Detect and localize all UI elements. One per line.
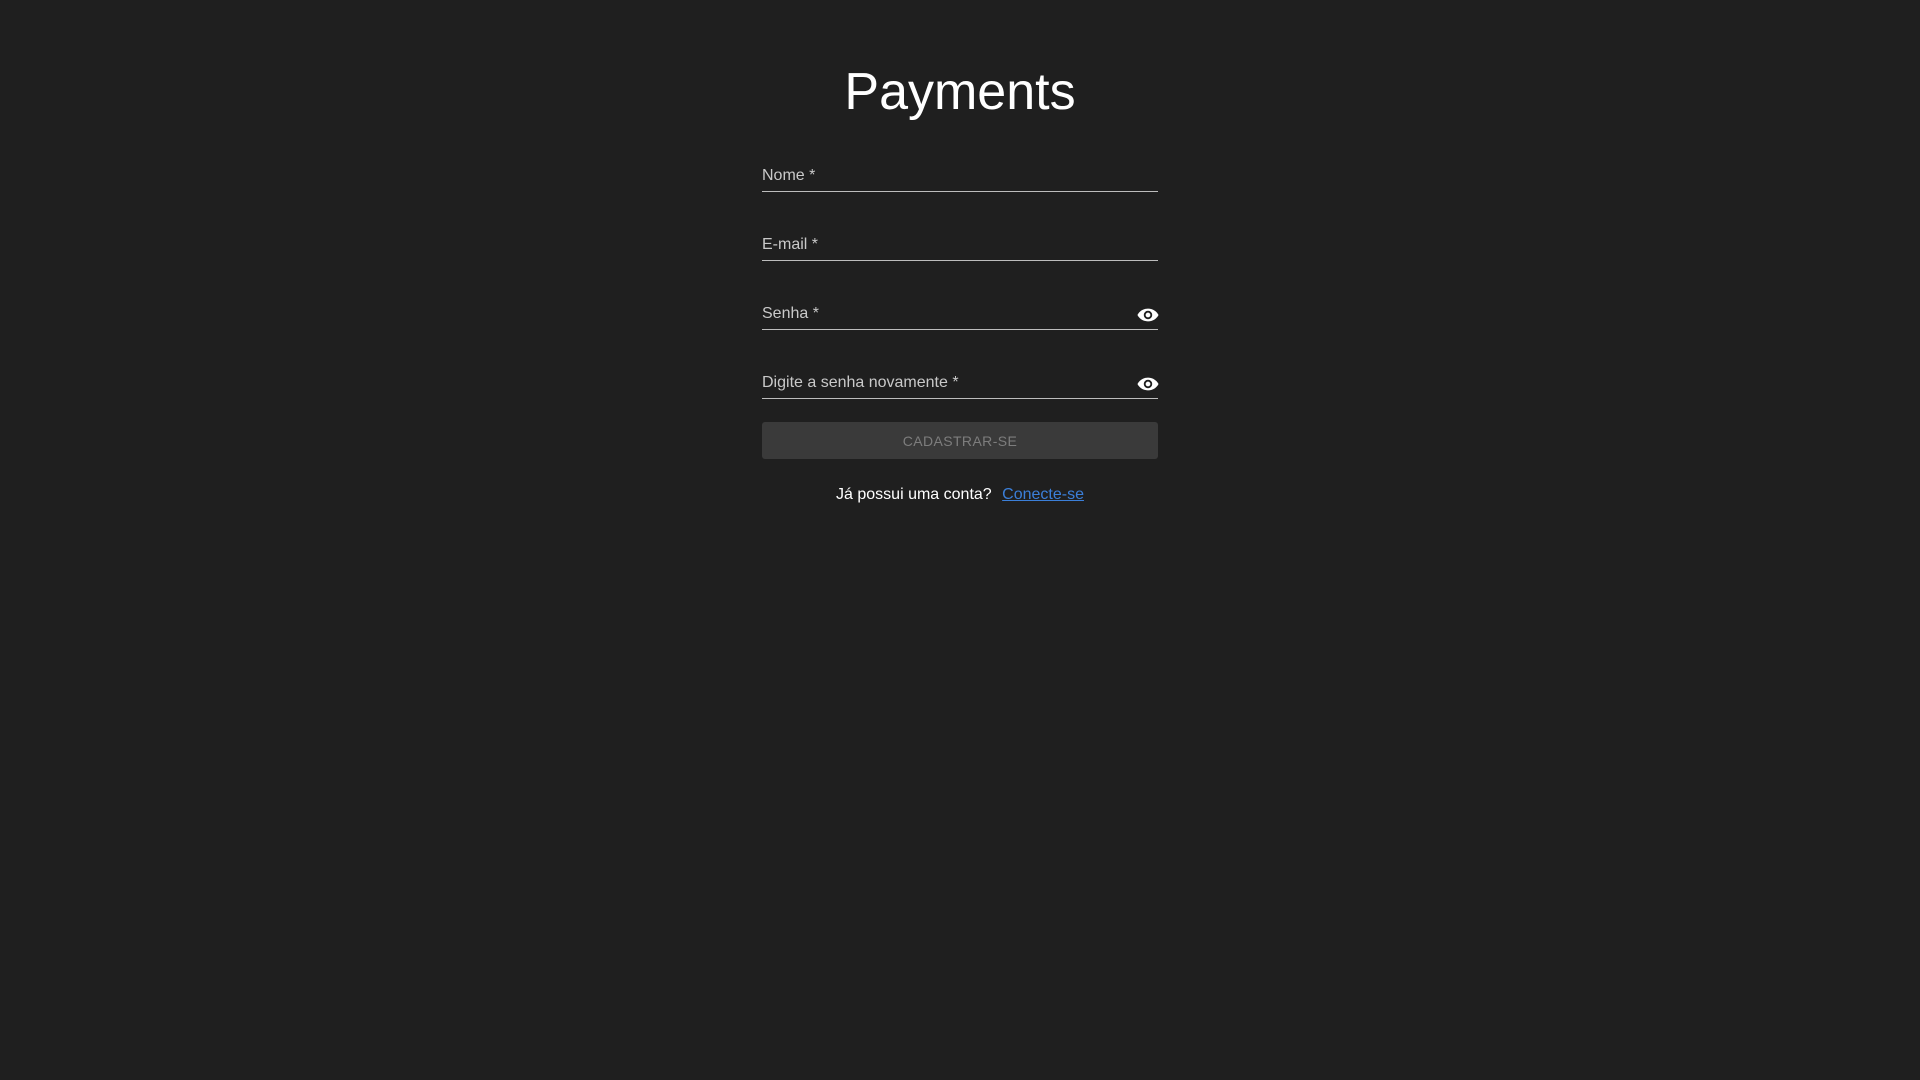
eye-icon-glyph: [1137, 308, 1159, 322]
password-input[interactable]: [762, 290, 1158, 330]
login-link[interactable]: Conecte-se: [1002, 486, 1084, 503]
signup-form: Nome * E-mail * Senha * Digite a senha n…: [762, 150, 1159, 505]
name-field[interactable]: Nome *: [762, 150, 1158, 192]
eye-icon[interactable]: [1134, 303, 1162, 327]
password-field[interactable]: Senha *: [762, 288, 1159, 330]
confirm-password-field[interactable]: Digite a senha novamente *: [762, 357, 1159, 399]
eye-icon-glyph: [1137, 377, 1159, 391]
signup-button[interactable]: CADASTRAR-SE: [762, 422, 1158, 459]
signup-page: Payments Nome * E-mail * Senha * Digite …: [0, 0, 1920, 1080]
login-question: Já possui uma conta?: [836, 486, 992, 503]
confirm-password-input[interactable]: [762, 359, 1158, 399]
name-input[interactable]: [762, 152, 1158, 192]
email-input[interactable]: [762, 221, 1158, 261]
login-prompt: Já possui uma conta? Conecte-se: [762, 485, 1158, 505]
email-field[interactable]: E-mail *: [762, 219, 1158, 261]
eye-icon[interactable]: [1134, 372, 1162, 396]
page-title: Payments: [844, 63, 1076, 121]
